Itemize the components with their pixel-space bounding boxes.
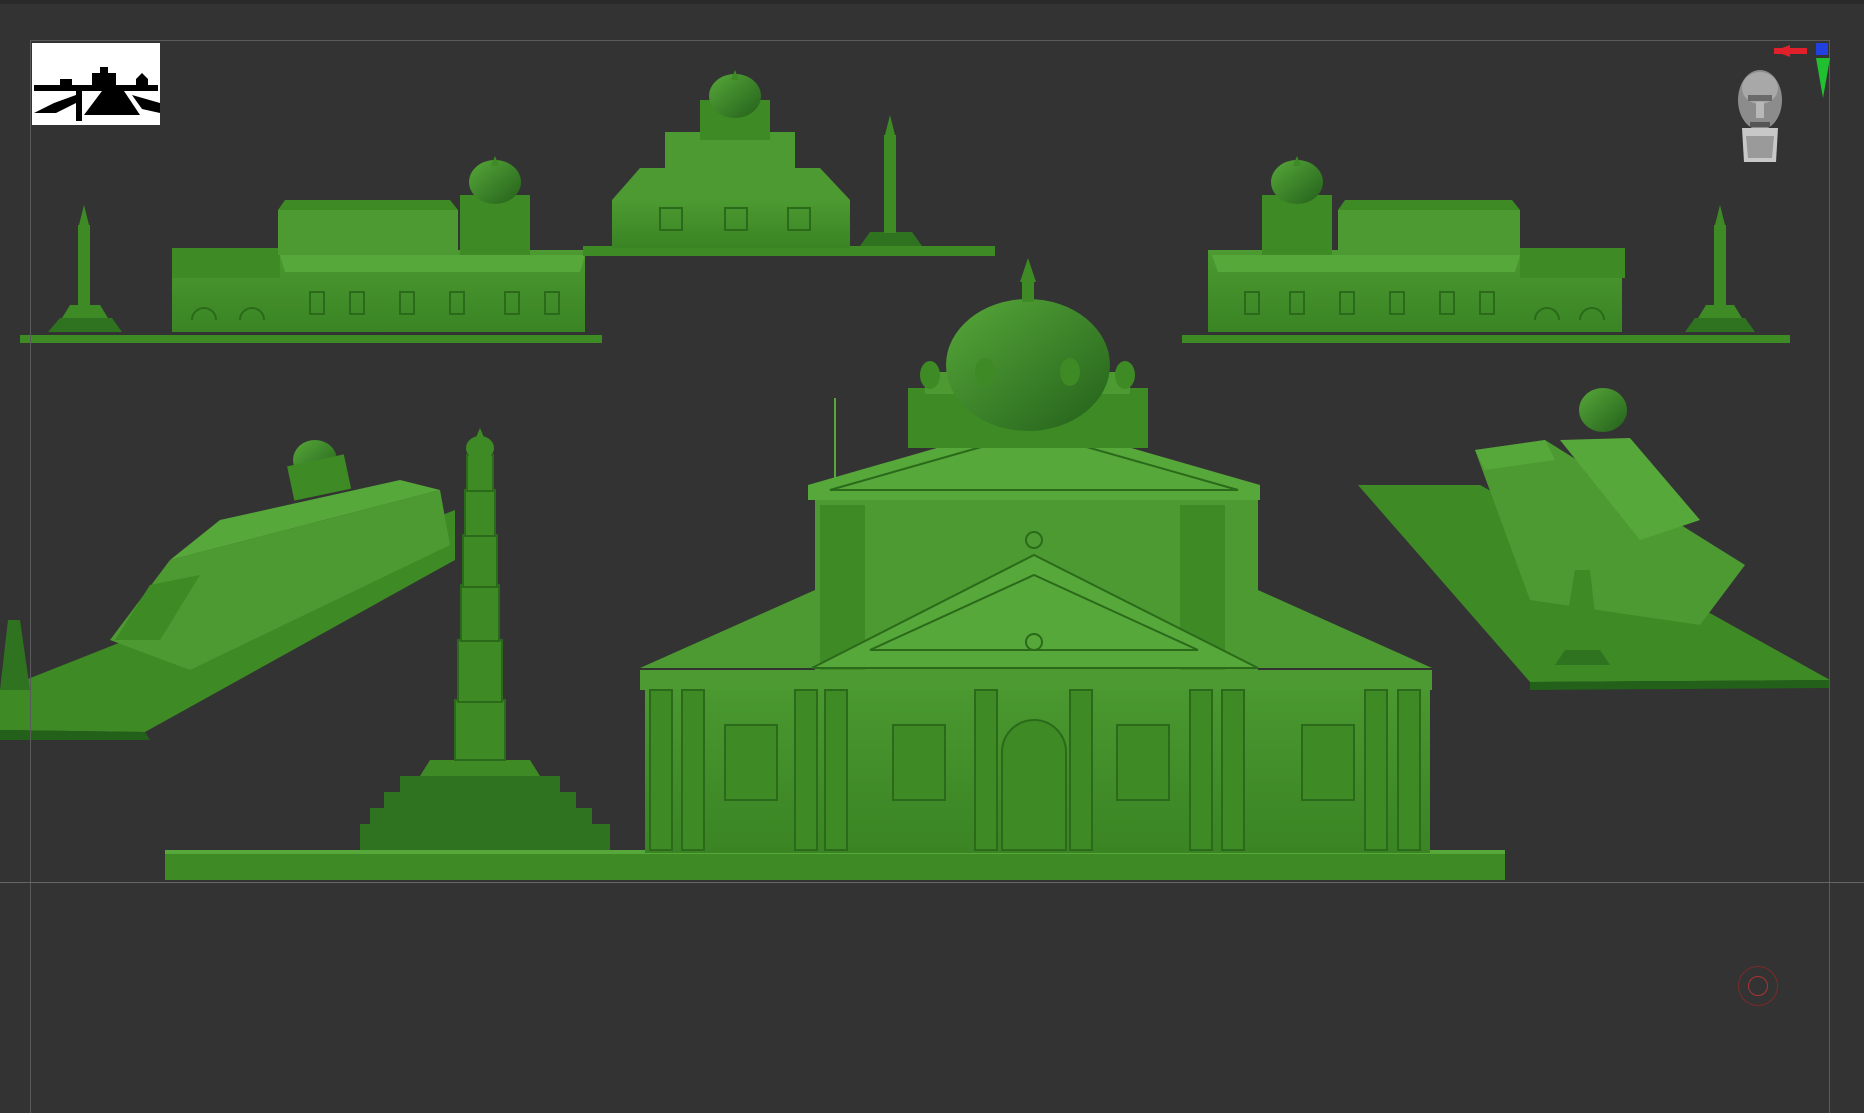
model-scene[interactable] [0,0,1864,1113]
isometric-view-left[interactable] [0,440,455,740]
3d-viewport[interactable] [0,0,1864,1113]
silhouette-thumbnail-icon[interactable] [32,43,160,125]
elevation-view-left[interactable] [20,156,602,343]
elevation-view-right[interactable] [1182,156,1790,343]
isometric-view-right[interactable] [1358,388,1830,690]
brush-cursor-icon [1738,966,1778,1006]
head-gizmo-icon[interactable] [1730,40,1840,170]
elevation-view-center[interactable] [583,70,995,256]
